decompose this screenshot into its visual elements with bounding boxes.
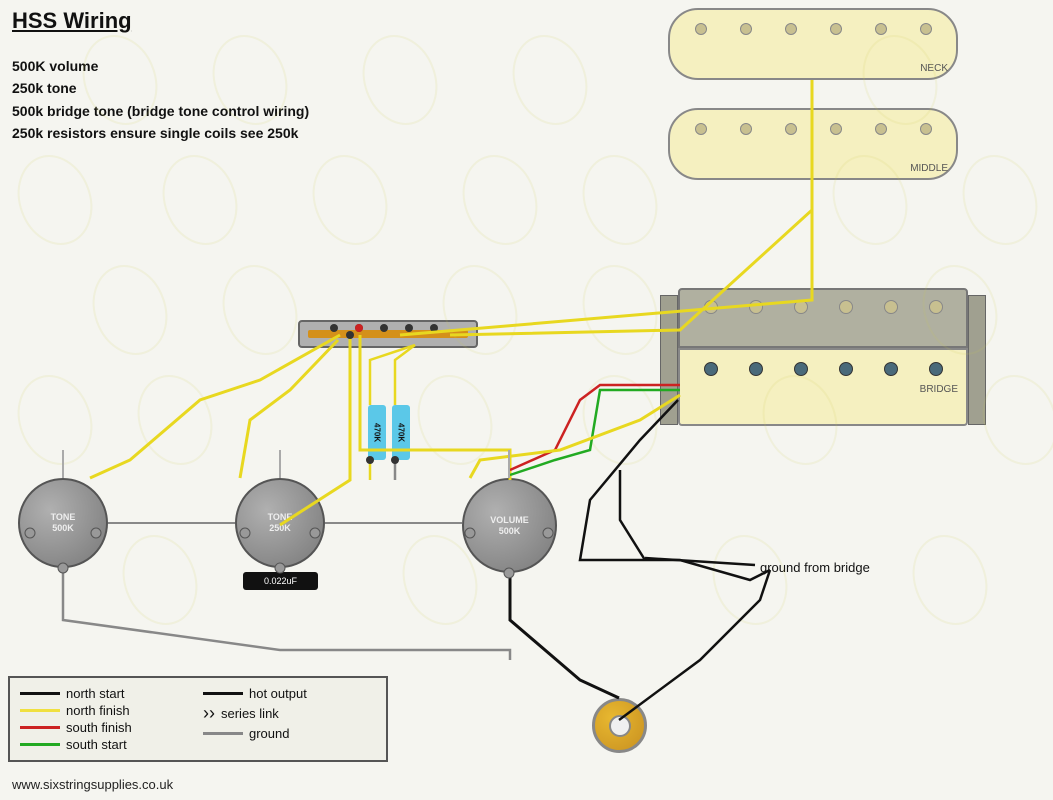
bridge-plate-right xyxy=(968,295,986,425)
pickup-pole xyxy=(704,362,718,376)
north-start-line xyxy=(20,692,60,695)
north-finish-label: north finish xyxy=(66,703,166,718)
tone-500k-label: TONE500K xyxy=(51,512,76,534)
five-way-switch xyxy=(298,320,478,348)
screw-hole xyxy=(830,123,842,135)
hot-output-label: hot output xyxy=(249,686,349,701)
screw-hole xyxy=(785,23,797,35)
pickup-pole xyxy=(884,300,898,314)
output-jack-inner xyxy=(609,715,631,737)
screw-hole xyxy=(740,23,752,35)
bridge-plate-left xyxy=(660,295,678,425)
south-start-line xyxy=(20,743,60,746)
legend-item-ground: ground xyxy=(203,726,376,741)
legend-item-south-finish: south finish xyxy=(20,720,193,735)
neck-pickup-label: NECK xyxy=(920,63,948,74)
pickup-pole xyxy=(794,300,808,314)
legend-item-hot-output: hot output xyxy=(203,686,376,701)
screw-hole xyxy=(740,123,752,135)
bridge-pickup-top xyxy=(678,288,968,348)
middle-pickup-label: MIDDLE xyxy=(910,163,948,174)
legend-item-north-finish: north finish xyxy=(20,703,193,718)
ground-from-bridge-label: ground from bridge xyxy=(760,560,870,575)
pickup-pole xyxy=(704,300,718,314)
legend-item-south-start: south start xyxy=(20,737,193,752)
series-link-symbol: ›› xyxy=(203,703,215,724)
series-link-label: series link xyxy=(221,706,321,721)
capacitor: 0.022uF xyxy=(243,572,318,590)
bridge-pickup-bottom: BRIDGE xyxy=(678,348,968,426)
pickup-pole xyxy=(839,300,853,314)
legend: north start north finish south finish so… xyxy=(8,676,388,762)
pickup-pole xyxy=(749,300,763,314)
north-finish-line xyxy=(20,709,60,712)
website-url: www.sixstringsupplies.co.uk xyxy=(12,777,173,792)
legend-item-series-link: ›› series link xyxy=(203,703,376,724)
ground-line xyxy=(203,732,243,735)
ground-label-text: ground xyxy=(249,726,349,741)
info-text: 500K volume 250k tone 500k bridge tone (… xyxy=(12,55,309,145)
tone-250k-label: TONE250K xyxy=(268,512,293,534)
screw-hole xyxy=(875,23,887,35)
middle-pickup: MIDDLE xyxy=(668,108,958,180)
screw-hole xyxy=(785,123,797,135)
screw-hole xyxy=(875,123,887,135)
resistor-1: 470K xyxy=(368,405,386,460)
volume-500k-label: VOLUME500K xyxy=(490,515,529,537)
resistor-2: 470K xyxy=(392,405,410,460)
page-title: HSS Wiring xyxy=(12,8,132,34)
tone-250k-pot: TONE250K xyxy=(235,478,325,568)
pickup-pole xyxy=(794,362,808,376)
south-finish-label: south finish xyxy=(66,720,166,735)
legend-item-north-start: north start xyxy=(20,686,193,701)
pickup-pole xyxy=(884,362,898,376)
screw-hole xyxy=(695,123,707,135)
output-jack xyxy=(592,698,647,753)
hot-output-line xyxy=(203,692,243,695)
north-start-label: north start xyxy=(66,686,166,701)
neck-pickup: NECK xyxy=(668,8,958,80)
south-finish-line xyxy=(20,726,60,729)
pickup-pole xyxy=(929,362,943,376)
screw-hole xyxy=(830,23,842,35)
volume-500k-pot: VOLUME500K xyxy=(462,478,557,573)
south-start-label: south start xyxy=(66,737,166,752)
screw-hole xyxy=(920,23,932,35)
pickup-pole xyxy=(749,362,763,376)
screw-hole xyxy=(920,123,932,135)
bridge-pickup-label: BRIDGE xyxy=(680,384,966,395)
pickup-pole xyxy=(839,362,853,376)
pickup-pole xyxy=(929,300,943,314)
tone-500k-pot: TONE500K xyxy=(18,478,108,568)
screw-hole xyxy=(695,23,707,35)
